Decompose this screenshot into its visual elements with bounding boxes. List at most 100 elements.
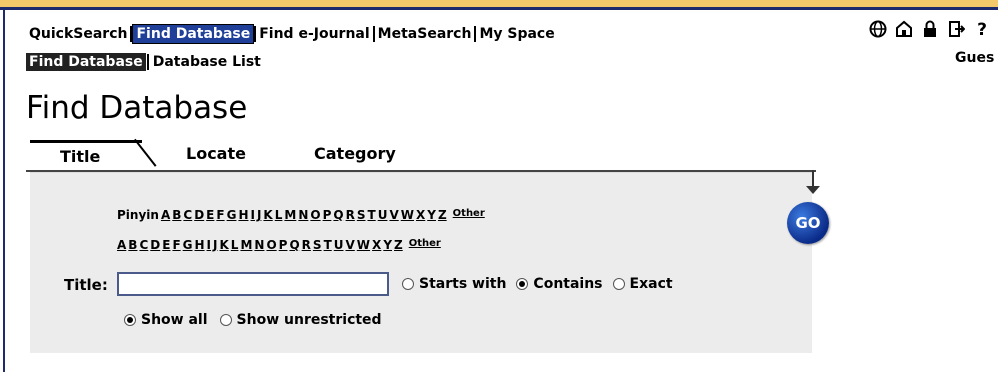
pinyin-letter-k[interactable]: K	[263, 208, 272, 222]
alpha-other-link[interactable]: Other	[409, 238, 441, 252]
alpha-letter-a[interactable]: A	[117, 238, 126, 252]
pinyin-letter-e[interactable]: E	[206, 208, 214, 222]
alpha-letter-d[interactable]: D	[150, 238, 160, 252]
tab-locate[interactable]: Locate	[186, 144, 246, 163]
search-tabs: Title Locate Category	[26, 138, 816, 172]
alpha-letter-x[interactable]: X	[372, 238, 381, 252]
radio-button[interactable]	[516, 278, 529, 290]
alpha-letter-j[interactable]: J	[213, 238, 217, 252]
nav-quicksearch[interactable]: QuickSearch	[26, 25, 130, 43]
radio-button[interactable]	[124, 314, 136, 326]
alpha-letter-z[interactable]: Z	[394, 238, 403, 252]
pinyin-letter-c[interactable]: C	[183, 208, 192, 222]
pinyin-letter-i[interactable]: I	[250, 208, 254, 222]
radio-label: Starts with	[419, 276, 507, 292]
top-border	[0, 0, 998, 10]
nav-find-ejournal[interactable]: Find e-Journal	[256, 25, 372, 43]
radio-starts-with[interactable]: Starts with	[402, 276, 506, 292]
alpha-letter-c[interactable]: C	[139, 238, 148, 252]
pinyin-letter-b[interactable]: B	[172, 208, 181, 222]
alpha-letter-b[interactable]: B	[128, 238, 137, 252]
alphabet-letter-list: A B C D E F G H I J K L M N O P Q R S T U V W X Y Z Other	[117, 238, 443, 252]
alpha-letter-q[interactable]: Q	[289, 238, 299, 252]
logout-icon[interactable]	[946, 20, 966, 43]
radio-button[interactable]	[402, 278, 414, 290]
title-search-input[interactable]	[117, 272, 389, 296]
alpha-letter-m[interactable]: M	[240, 238, 252, 252]
pinyin-letter-u[interactable]: U	[378, 208, 388, 222]
secondary-nav: Find Database Database List	[26, 53, 264, 71]
title-field-label: Title:	[64, 276, 108, 294]
pinyin-letter-s[interactable]: S	[357, 208, 366, 222]
pinyin-letter-w[interactable]: W	[401, 208, 414, 222]
alpha-letter-v[interactable]: V	[346, 238, 355, 252]
radio-button[interactable]	[219, 314, 232, 326]
pinyin-letter-m[interactable]: M	[284, 208, 296, 222]
radio-show-all[interactable]: Show all	[124, 312, 208, 328]
left-border	[3, 10, 5, 372]
pinyin-letter-list: A B C D E F G H I J K L M N O P Q R S T U V W X Y Z Other	[161, 208, 487, 222]
radio-label: Show unrestricted	[236, 312, 382, 328]
tab-category[interactable]: Category	[314, 144, 396, 163]
alpha-letter-r[interactable]: R	[302, 238, 311, 252]
globe-icon[interactable]	[868, 20, 888, 43]
pinyin-letter-l[interactable]: L	[275, 208, 283, 222]
nav-my-space[interactable]: My Space	[476, 25, 557, 43]
radio-button[interactable]	[612, 278, 625, 290]
help-icon[interactable]: ?	[972, 20, 992, 43]
nav-metasearch[interactable]: MetaSearch	[375, 25, 475, 43]
alpha-letter-l[interactable]: L	[231, 238, 239, 252]
arrow-down-icon	[806, 186, 820, 194]
pinyin-index: Pinyin A B C D E F G H I J K L M N O P Q R S T U V W X Y Z Other	[117, 208, 487, 222]
pinyin-letter-v[interactable]: V	[389, 208, 398, 222]
match-options: Starts with Contains Exact	[402, 276, 673, 292]
alpha-letter-u[interactable]: U	[334, 238, 344, 252]
radio-contains[interactable]: Contains	[516, 276, 603, 292]
pinyin-letter-o[interactable]: O	[310, 208, 320, 222]
user-label: Gues	[955, 50, 995, 66]
pinyin-letter-g[interactable]: G	[227, 208, 237, 222]
alpha-letter-y[interactable]: Y	[383, 238, 392, 252]
pinyin-letter-n[interactable]: N	[298, 208, 308, 222]
pinyin-letter-x[interactable]: X	[416, 208, 425, 222]
alpha-letter-i[interactable]: I	[207, 238, 211, 252]
show-options: Show all Show unrestricted	[124, 312, 382, 328]
pinyin-letter-z[interactable]: Z	[438, 208, 447, 222]
alpha-letter-p[interactable]: P	[279, 238, 288, 252]
subnav-database-list[interactable]: Database List	[150, 53, 264, 71]
alpha-letter-k[interactable]: K	[219, 238, 228, 252]
pinyin-letter-t[interactable]: T	[368, 208, 376, 222]
page-title: Find Database	[26, 90, 248, 126]
alpha-letter-g[interactable]: G	[183, 238, 193, 252]
home-icon[interactable]	[894, 20, 914, 43]
subnav-find-database[interactable]: Find Database	[26, 53, 146, 71]
pinyin-letter-y[interactable]: Y	[427, 208, 436, 222]
pinyin-other-link[interactable]: Other	[453, 208, 485, 222]
alpha-letter-n[interactable]: N	[254, 238, 264, 252]
pinyin-letter-r[interactable]: R	[346, 208, 355, 222]
alpha-letter-h[interactable]: H	[195, 238, 205, 252]
pinyin-label: Pinyin	[117, 208, 159, 222]
tab-title[interactable]: Title	[30, 140, 142, 170]
radio-label: Exact	[629, 276, 673, 292]
alpha-letter-w[interactable]: W	[357, 238, 370, 252]
alpha-letter-f[interactable]: F	[172, 238, 180, 252]
alpha-letter-e[interactable]: E	[162, 238, 170, 252]
go-button[interactable]: GO	[787, 202, 829, 244]
primary-nav: QuickSearch Find Database Find e-Journal…	[26, 24, 558, 44]
pinyin-letter-f[interactable]: F	[216, 208, 224, 222]
pinyin-letter-h[interactable]: H	[238, 208, 248, 222]
radio-show-unrestricted[interactable]: Show unrestricted	[219, 312, 382, 328]
pinyin-letter-a[interactable]: A	[161, 208, 170, 222]
radio-exact[interactable]: Exact	[612, 276, 673, 292]
pinyin-letter-q[interactable]: Q	[333, 208, 343, 222]
alpha-letter-s[interactable]: S	[313, 238, 322, 252]
lock-icon[interactable]	[920, 20, 940, 43]
pinyin-letter-d[interactable]: D	[194, 208, 204, 222]
nav-separator	[146, 54, 149, 70]
nav-find-database[interactable]: Find Database	[132, 24, 255, 44]
pinyin-letter-j[interactable]: J	[257, 208, 261, 222]
alpha-letter-t[interactable]: T	[324, 238, 332, 252]
pinyin-letter-p[interactable]: P	[323, 208, 332, 222]
alpha-letter-o[interactable]: O	[266, 238, 276, 252]
